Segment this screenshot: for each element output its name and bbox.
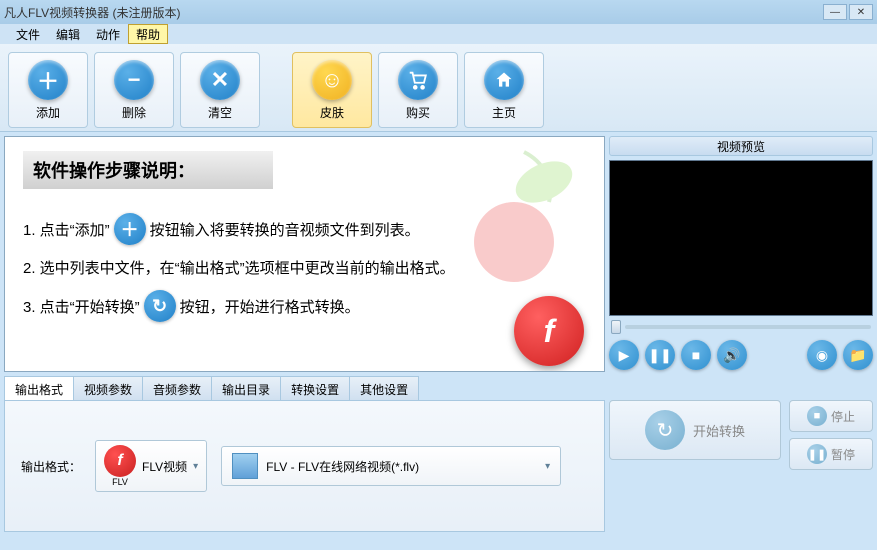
menubar: 文件 编辑 动作 帮助 [0, 24, 877, 44]
tab-output-format[interactable]: 输出格式 [4, 376, 74, 400]
media-controls: ▶ ❚❚ ■ 🔊 ◉ 📁 [609, 338, 873, 372]
minimize-button[interactable]: — [823, 4, 847, 20]
guide-header: 软件操作步骤说明： [23, 151, 273, 189]
tab-convert-settings[interactable]: 转换设置 [280, 376, 350, 400]
remove-label: 删除 [122, 104, 146, 121]
tab-other-settings[interactable]: 其他设置 [349, 376, 419, 400]
bottom-row: 输出格式 视频参数 音频参数 输出目录 转换设置 其他设置 输出格式： f FL… [0, 376, 877, 536]
main-row: f 软件操作步骤说明： 1. 点击“添加” ＋ 按钮输入将要转换的音视频文件到列… [0, 132, 877, 376]
add-label: 添加 [36, 104, 60, 121]
package-icon [232, 453, 258, 479]
home-icon [484, 60, 524, 100]
format-type-button[interactable]: f FLV FLV视频 ▾ [95, 440, 207, 492]
clear-label: 清空 [208, 104, 232, 121]
plus-icon: ＋ [28, 60, 68, 100]
window-buttons: — ✕ [823, 4, 873, 20]
action-panel: ↻ 开始转换 ■ 停止 ❚❚ 暂停 [609, 376, 873, 532]
menu-file[interactable]: 文件 [8, 24, 48, 44]
chevron-down-icon: ▾ [545, 461, 550, 472]
add-button[interactable]: ＋ 添加 [8, 52, 88, 128]
buy-label: 购买 [406, 104, 430, 121]
small-actions: ■ 停止 ❚❚ 暂停 [789, 400, 873, 532]
stop-button[interactable]: ■ [681, 340, 711, 370]
home-label: 主页 [492, 104, 516, 121]
flash-icon: f [104, 445, 136, 477]
content-panel: f 软件操作步骤说明： 1. 点击“添加” ＋ 按钮输入将要转换的音视频文件到列… [4, 136, 605, 372]
minus-icon: − [114, 60, 154, 100]
stop-button[interactable]: ■ 停止 [789, 400, 873, 432]
video-preview[interactable] [609, 160, 873, 316]
close-button[interactable]: ✕ [849, 4, 873, 20]
format-select[interactable]: FLV - FLV在线网络视频(*.flv) ▾ [221, 446, 561, 486]
window-title: 凡人FLV视频转换器 (未注册版本) [4, 4, 823, 21]
tab-video-params[interactable]: 视频参数 [73, 376, 143, 400]
guide-step-3: 3. 点击“开始转换” ↻ 按钮，开始进行格式转换。 [23, 290, 586, 322]
chevron-down-icon: ▾ [193, 461, 198, 472]
play-button[interactable]: ▶ [609, 340, 639, 370]
remove-button[interactable]: − 删除 [94, 52, 174, 128]
titlebar: 凡人FLV视频转换器 (未注册版本) — ✕ [0, 0, 877, 24]
tab-body: 输出格式： f FLV FLV视频 ▾ FLV - FLV在线网络视频(*.fl… [4, 400, 605, 532]
seek-handle[interactable] [611, 320, 621, 334]
cart-icon [398, 60, 438, 100]
open-folder-button[interactable]: 📁 [843, 340, 873, 370]
volume-button[interactable]: 🔊 [717, 340, 747, 370]
tab-output-dir[interactable]: 输出目录 [211, 376, 281, 400]
menu-help[interactable]: 帮助 [128, 24, 168, 44]
cherry-decoration [454, 142, 594, 292]
smile-icon: ☺ [312, 60, 352, 100]
menu-action[interactable]: 动作 [88, 24, 128, 44]
x-icon: ✕ [200, 60, 240, 100]
toolbar: ＋ 添加 − 删除 ✕ 清空 ☺ 皮肤 购买 主页 [0, 44, 877, 132]
preview-panel: 视频预览 ▶ ❚❚ ■ 🔊 ◉ 📁 [609, 136, 873, 372]
output-format-label: 输出格式： [21, 458, 81, 475]
home-button[interactable]: 主页 [464, 52, 544, 128]
flash-decoration: f [514, 296, 584, 366]
refresh-icon: ↻ [144, 290, 176, 322]
stop-icon: ■ [807, 406, 827, 426]
skin-button[interactable]: ☺ 皮肤 [292, 52, 372, 128]
snapshot-button[interactable]: ◉ [807, 340, 837, 370]
skin-label: 皮肤 [320, 104, 344, 121]
seek-track [625, 325, 871, 329]
preview-title: 视频预览 [609, 136, 873, 156]
pause-button[interactable]: ❚❚ [645, 340, 675, 370]
buy-button[interactable]: 购买 [378, 52, 458, 128]
seek-bar[interactable] [609, 320, 873, 334]
plus-icon: ＋ [114, 213, 146, 245]
pause-icon: ❚❚ [807, 444, 827, 464]
settings-panel: 输出格式 视频参数 音频参数 输出目录 转换设置 其他设置 输出格式： f FL… [4, 376, 605, 532]
pause-button[interactable]: ❚❚ 暂停 [789, 438, 873, 470]
clear-button[interactable]: ✕ 清空 [180, 52, 260, 128]
refresh-icon: ↻ [645, 410, 685, 450]
tab-audio-params[interactable]: 音频参数 [142, 376, 212, 400]
start-convert-button[interactable]: ↻ 开始转换 [609, 400, 781, 460]
settings-tabs: 输出格式 视频参数 音频参数 输出目录 转换设置 其他设置 [4, 376, 605, 400]
menu-edit[interactable]: 编辑 [48, 24, 88, 44]
